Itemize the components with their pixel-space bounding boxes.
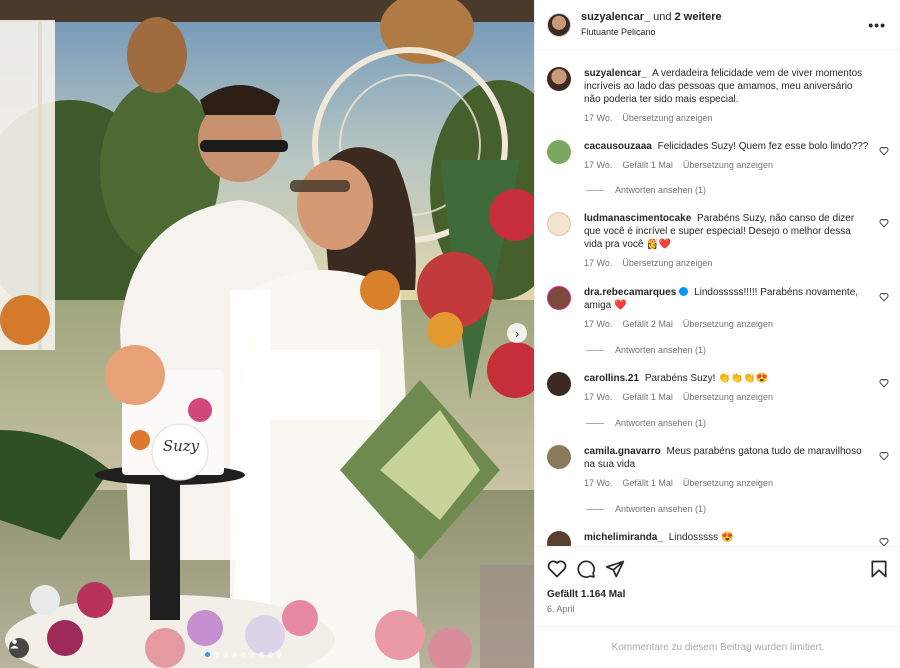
comment-username[interactable]: carollins.21 [584,373,639,384]
commenter-avatar[interactable] [547,531,571,546]
commenter-avatar[interactable] [547,140,571,164]
heart-icon[interactable] [879,537,889,546]
verified-badge-icon [679,287,689,296]
author-username[interactable]: suzyalencar_ [581,11,650,23]
post-authors: suzyalencar_ und 2 weitere [581,10,722,25]
more-icon[interactable]: ••• [868,17,886,33]
post-date[interactable]: 6. April [547,604,575,614]
comment-item: ludmanascimentocake Parabéns Suzy, não c… [547,212,889,270]
comment-emoji: ❤️ [614,300,627,311]
comment-time[interactable]: 17 Wo. [584,159,612,172]
comment-icon[interactable] [576,559,596,579]
carousel-next-button[interactable]: › [507,323,527,343]
and-connector: und [653,10,672,23]
bookmark-icon[interactable] [869,559,889,579]
translate-button[interactable]: Übersetzung anzeigen [683,318,773,331]
translate-button[interactable]: Übersetzung anzeigen [683,391,773,404]
comment-likes[interactable]: Gefällt 1 Mal [622,391,673,404]
comment-time[interactable]: 17 Wo. [584,112,612,125]
location-link[interactable]: Flutuante Pelicano [581,25,722,40]
heart-icon[interactable] [879,378,889,388]
comment-username[interactable]: cacausouzaaa [584,141,652,152]
user-tag-icon [10,639,19,649]
carousel-dots [205,652,282,657]
comment-username[interactable]: dra.rebecamarques [584,287,676,298]
comment-item: michelimiranda_ Lindosssss 😍 [547,531,889,546]
comment-time[interactable]: 17 Wo. [584,257,612,270]
commenter-avatar[interactable] [547,212,571,236]
translate-button[interactable]: Übersetzung anzeigen [622,112,712,125]
post-actions: Gefällt 1.164 Mal 6. April [535,546,900,626]
heart-icon[interactable] [879,146,889,156]
commenter-avatar[interactable] [547,372,571,396]
comment-text: Felicidades Suzy! Quem fez esse bolo lin… [657,141,869,152]
heart-icon[interactable] [879,292,889,302]
comment-emoji: 👏👏👏😍 [718,373,769,384]
heart-icon[interactable] [547,559,567,579]
comment-time[interactable]: 17 Wo. [584,477,612,490]
comment-username[interactable]: camila.gnavarro [584,446,661,457]
comment-username[interactable]: ludmanascimentocake [584,213,691,224]
view-replies-button[interactable]: Antworten ansehen (1) [586,345,706,355]
chevron-right-icon: › [514,325,520,341]
post-header: suzyalencar_ und 2 weitere Flutuante Pel… [535,0,900,50]
post-photo[interactable]: Suzy › [0,0,534,668]
author-avatar[interactable] [547,67,571,91]
comment-emoji: 😍 [720,532,734,543]
comment-text: Parabéns Suzy! [644,373,716,384]
comment-time[interactable]: 17 Wo. [584,391,612,404]
comment-item: camila.gnavarro Meus parabéns gatona tud… [547,445,889,490]
comment-likes[interactable]: Gefällt 2 Mal [622,318,673,331]
comment-item: carollins.21 Parabéns Suzy! 👏👏👏😍 17 Wo. … [547,372,889,404]
comment-likes[interactable]: Gefällt 1 Mal [622,159,673,172]
comment-item: cacausouzaaa Felicidades Suzy! Quem fez … [547,140,889,172]
translate-button[interactable]: Übersetzung anzeigen [622,257,712,270]
author-avatar[interactable] [547,12,571,37]
translate-button[interactable]: Übersetzung anzeigen [683,477,773,490]
heart-icon[interactable] [879,218,889,228]
share-icon[interactable] [605,559,625,579]
user-tag-button[interactable] [9,638,29,658]
comment-username[interactable]: michelimiranda_ [584,532,663,543]
comment-item: dra.rebecamarques Lindosssss!!!!! Parabé… [547,286,889,331]
view-replies-button[interactable]: Antworten ansehen (1) [586,418,706,428]
cake-topper-text: Suzy [162,437,200,455]
comment-emoji: 👸❤️ [646,239,672,250]
comment-time[interactable]: 17 Wo. [584,318,612,331]
post-sidebar: suzyalencar_ und 2 weitere Flutuante Pel… [534,0,900,668]
commenter-avatar[interactable] [547,286,571,310]
comments-limited-notice: Kommentare zu diesem Beitrag wurden limi… [535,626,900,668]
comment-text: Lindosssss [668,532,719,543]
photo-illustration [0,0,534,668]
commenter-avatar[interactable] [547,445,571,469]
view-replies-button[interactable]: Antworten ansehen (1) [586,185,706,195]
coauthors-link[interactable]: 2 weitere [675,11,722,23]
comment-likes[interactable]: Gefällt 1 Mal [622,477,673,490]
comments-list[interactable]: suzyalencar_ A verdadeira felicidade vem… [535,51,900,546]
heart-icon[interactable] [879,451,889,461]
likes-count[interactable]: Gefällt 1.164 Mal [547,589,625,600]
comment-username[interactable]: suzyalencar_ [584,68,647,79]
translate-button[interactable]: Übersetzung anzeigen [683,159,773,172]
caption: suzyalencar_ A verdadeira felicidade vem… [547,67,889,125]
view-replies-button[interactable]: Antworten ansehen (1) [586,504,706,514]
